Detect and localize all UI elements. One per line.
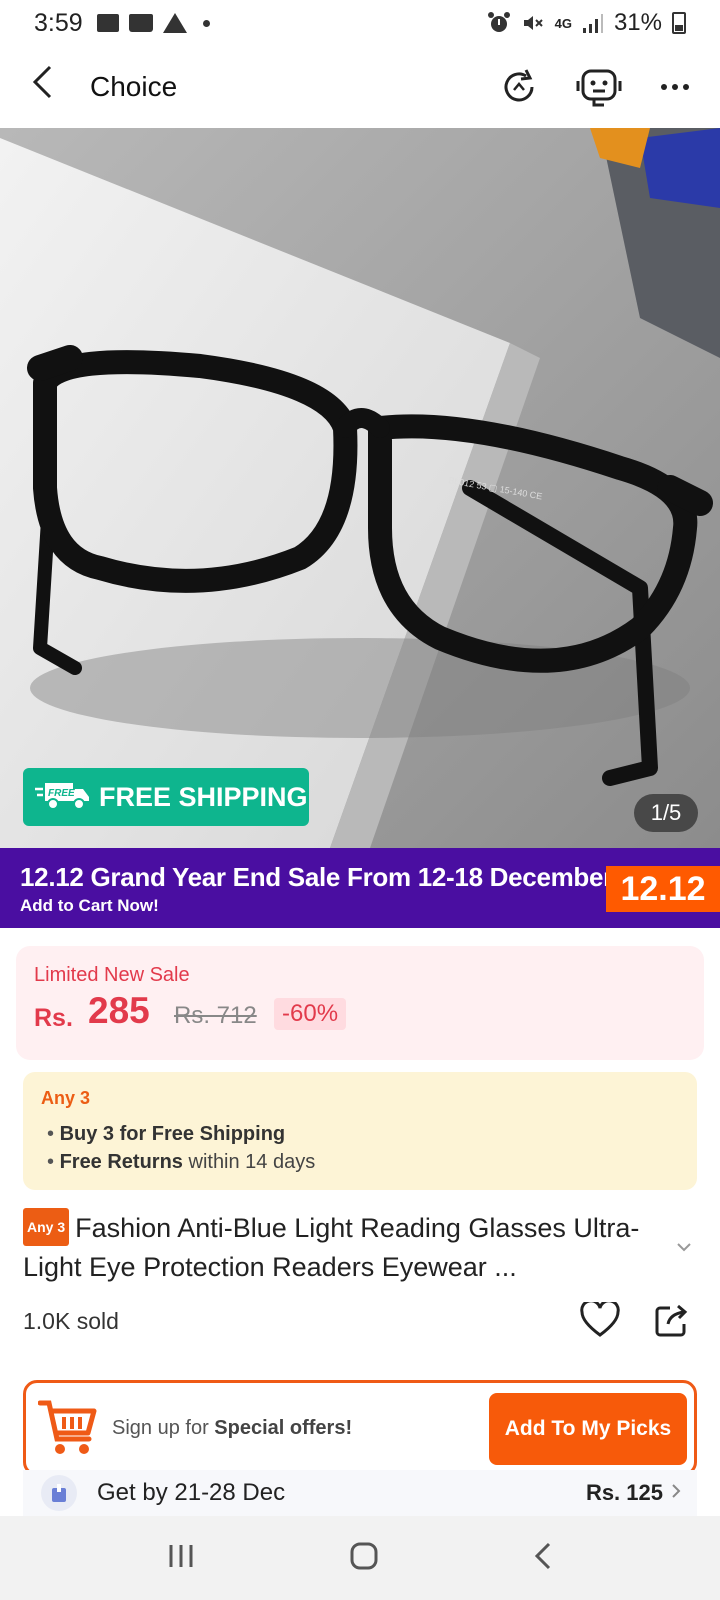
delivery-row[interactable]: Get by 21-28 Dec Rs. 125 bbox=[23, 1470, 697, 1516]
product-page: 3:59 4G 31% Choice BL012 53 ▢ 15-140 CE … bbox=[0, 0, 720, 1600]
promo-item-rest: within 14 days bbox=[182, 1151, 316, 1173]
refresh-icon bbox=[504, 69, 534, 102]
add-to-picks-button[interactable]: Add To My Picks bbox=[489, 1393, 687, 1465]
sale-headline: 12.12 Grand Year End Sale From 12-18 Dec… bbox=[20, 862, 613, 892]
image-counter: 1/5 bbox=[634, 794, 698, 832]
heart-icon bbox=[580, 1299, 620, 1337]
sale-banner[interactable]: 12.12 Grand Year End Sale From 12-18 Dec… bbox=[0, 848, 720, 928]
free-shipping-badge: FREE FREE SHIPPING bbox=[23, 768, 309, 826]
chevron-left-icon bbox=[32, 65, 52, 99]
product-photo: BL012 53 ▢ 15-140 CE bbox=[0, 128, 720, 848]
mute-icon bbox=[523, 16, 543, 30]
system-nav-bar bbox=[0, 1516, 720, 1600]
top-nav: Choice bbox=[0, 46, 720, 128]
gallery-icon bbox=[96, 14, 119, 32]
folder-icon bbox=[128, 14, 153, 32]
chevron-down-icon bbox=[677, 1243, 691, 1252]
battery-percent: 31% bbox=[613, 9, 662, 36]
recents-icon bbox=[169, 1544, 193, 1567]
home-button[interactable] bbox=[349, 1541, 379, 1576]
truck-icon: FREE bbox=[35, 777, 91, 818]
status-bar: 3:59 4G 31% bbox=[0, 0, 720, 46]
product-title-text: Fashion Anti-Blue Light Reading Glasses … bbox=[23, 1213, 640, 1282]
system-icons: 4G 31% bbox=[487, 9, 686, 37]
promo-item: Buy 3 for Free Shipping bbox=[60, 1120, 315, 1148]
bundle-promo[interactable]: Any 3 Buy 3 for Free Shipping Free Retur… bbox=[23, 1072, 697, 1190]
back-button[interactable] bbox=[30, 64, 70, 110]
chevron-right-icon bbox=[671, 1482, 681, 1505]
signup-text: Sign up for Special offers! bbox=[112, 1417, 352, 1440]
price-currency: Rs. bbox=[34, 1004, 73, 1032]
more-icon bbox=[661, 84, 689, 90]
share-icon bbox=[655, 1304, 688, 1337]
network-label: 4G bbox=[554, 15, 572, 31]
free-shipping-text: FREE SHIPPING bbox=[99, 781, 308, 812]
original-price: Rs. 712 bbox=[174, 1002, 257, 1029]
dot-icon bbox=[202, 19, 210, 27]
signal-icon bbox=[582, 14, 603, 33]
price-card: Limited New Sale Rs. 285 Rs. 712 -60% bbox=[16, 946, 704, 1060]
header-actions bbox=[500, 67, 690, 107]
promo-item-bold: Buy 3 for Free Shipping bbox=[59, 1123, 286, 1145]
refresh-button[interactable] bbox=[500, 68, 538, 106]
sale-label: Limited New Sale bbox=[34, 964, 190, 986]
page-title: Choice bbox=[90, 71, 178, 102]
delivery-icon bbox=[41, 1475, 77, 1511]
home-icon bbox=[350, 1542, 378, 1569]
more-options-button[interactable] bbox=[660, 83, 690, 91]
current-price: 285 bbox=[88, 990, 150, 1031]
discount-badge: -60% bbox=[274, 998, 347, 1030]
delivery-estimate: Get by 21-28 Dec bbox=[97, 1479, 286, 1506]
wishlist-button[interactable] bbox=[580, 1299, 620, 1343]
system-back-button[interactable] bbox=[533, 1541, 553, 1576]
warning-icon bbox=[162, 13, 187, 33]
sale-tag: 12.12 bbox=[606, 866, 720, 912]
signup-prefix: Sign up for bbox=[112, 1417, 215, 1439]
cart-icon bbox=[37, 1397, 98, 1464]
product-image-carousel[interactable]: BL012 53 ▢ 15-140 CE bbox=[0, 128, 720, 848]
sale-subline: Add to Cart Now! bbox=[20, 896, 159, 915]
share-button[interactable] bbox=[654, 1302, 690, 1343]
shipping-price: Rs. 125 bbox=[585, 1480, 663, 1505]
battery-icon bbox=[672, 12, 686, 34]
signup-banner: Sign up for Special offers! Add To My Pi… bbox=[23, 1380, 697, 1476]
promo-item: Free Returns within 14 days bbox=[60, 1148, 316, 1176]
promo-head: Any 3 bbox=[41, 1088, 91, 1108]
truck-free-label: FREE bbox=[48, 788, 75, 799]
back-arrow-icon bbox=[534, 1542, 551, 1569]
alarm-icon bbox=[487, 12, 510, 32]
recent-apps-button[interactable] bbox=[167, 1542, 195, 1575]
promo-list: Buy 3 for Free Shipping Free Returns wit… bbox=[60, 1120, 316, 1176]
expand-title-button[interactable] bbox=[676, 1236, 692, 1257]
signup-bold: Special offers! bbox=[214, 1417, 353, 1439]
notification-icons bbox=[96, 13, 210, 33]
robot-icon bbox=[576, 69, 622, 107]
status-time: 3:59 bbox=[34, 8, 83, 37]
sold-count: 1.0K sold bbox=[23, 1308, 119, 1334]
any3-badge: Any 3 bbox=[23, 1207, 70, 1246]
support-bot-button[interactable] bbox=[576, 67, 622, 107]
product-title[interactable]: Any 3 Fashion Anti-Blue Light Reading Gla… bbox=[23, 1207, 663, 1285]
promo-item-bold: Free Returns bbox=[59, 1151, 183, 1173]
